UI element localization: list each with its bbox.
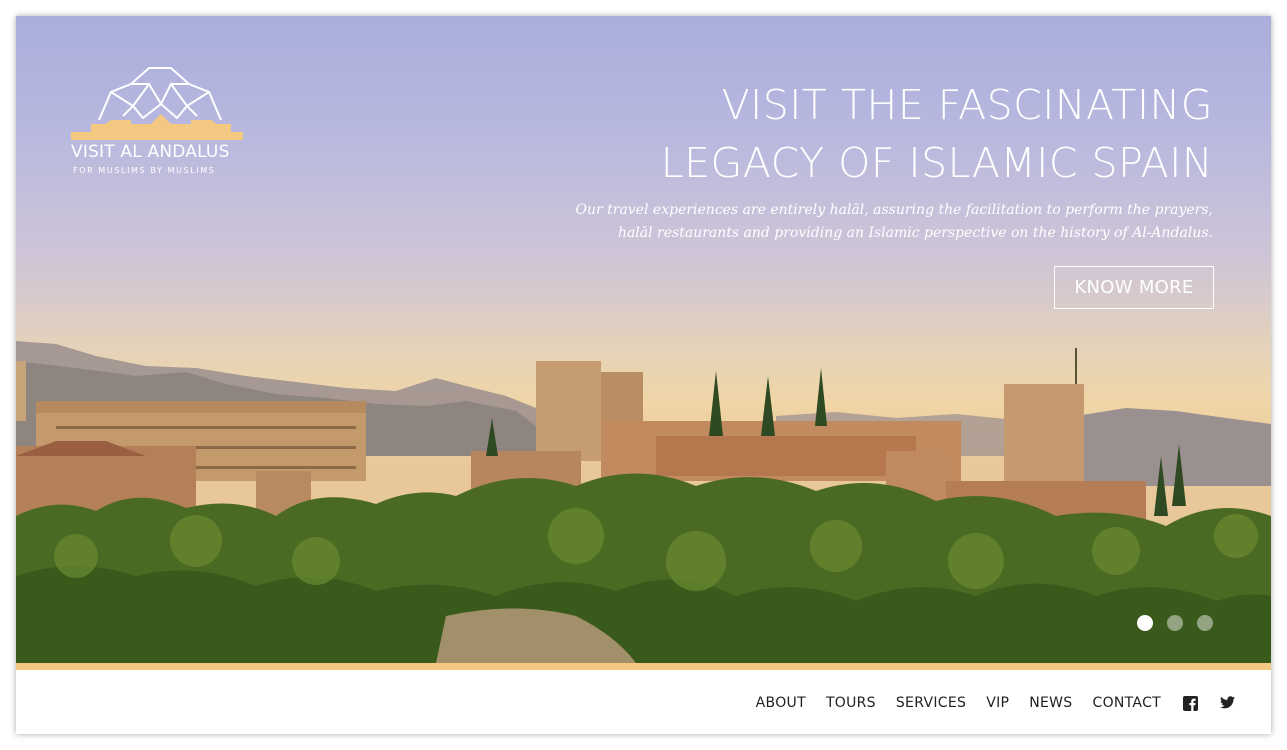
slide-dot-2[interactable] [1167, 615, 1183, 631]
nav-item-about[interactable]: ABOUT [756, 694, 806, 712]
brand-name: VISIT AL ANDALUS [71, 142, 230, 162]
page-frame: VISIT AL ANDALUS FOR MUSLIMS BY MUSLIMS … [16, 16, 1271, 734]
nav-item-contact[interactable]: CONTACT [1093, 694, 1162, 712]
site-logo[interactable]: VISIT AL ANDALUS FOR MUSLIMS BY MUSLIMS [71, 62, 251, 175]
hero-headline: VISIT THE FASCINATING LEGACY OF ISLAMIC … [661, 76, 1213, 192]
twitter-icon[interactable] [1220, 695, 1235, 711]
hero-description-line2: halāl restaurants and providing an Islam… [617, 225, 1213, 241]
know-more-button[interactable]: KNOW MORE [1054, 266, 1214, 309]
accent-divider [16, 663, 1271, 670]
main-nav: ABOUT TOURS SERVICES VIP NEWS CONTACT [736, 694, 1235, 712]
hero-slider: VISIT AL ANDALUS FOR MUSLIMS BY MUSLIMS … [16, 16, 1271, 663]
slider-pagination [1137, 615, 1213, 631]
slide-dot-3[interactable] [1197, 615, 1213, 631]
nav-item-vip[interactable]: VIP [986, 694, 1009, 712]
hero-description-line1: Our travel experiences are entirely halā… [575, 202, 1214, 218]
nav-item-services[interactable]: SERVICES [896, 694, 966, 712]
geometric-star-logo-icon [71, 67, 243, 140]
slide-dot-1[interactable] [1137, 615, 1153, 631]
facebook-icon[interactable] [1183, 695, 1198, 711]
brand-tagline: FOR MUSLIMS BY MUSLIMS [73, 166, 216, 175]
hero-headline-line2: LEGACY OF ISLAMIC SPAIN [660, 139, 1213, 187]
hero-headline-line1: VISIT THE FASCINATING [721, 81, 1213, 129]
nav-item-tours[interactable]: TOURS [826, 694, 876, 712]
main-navbar: ABOUT TOURS SERVICES VIP NEWS CONTACT [16, 670, 1271, 734]
nav-item-news[interactable]: NEWS [1029, 694, 1072, 712]
hero-description: Our travel experiences are entirely halā… [573, 199, 1214, 245]
